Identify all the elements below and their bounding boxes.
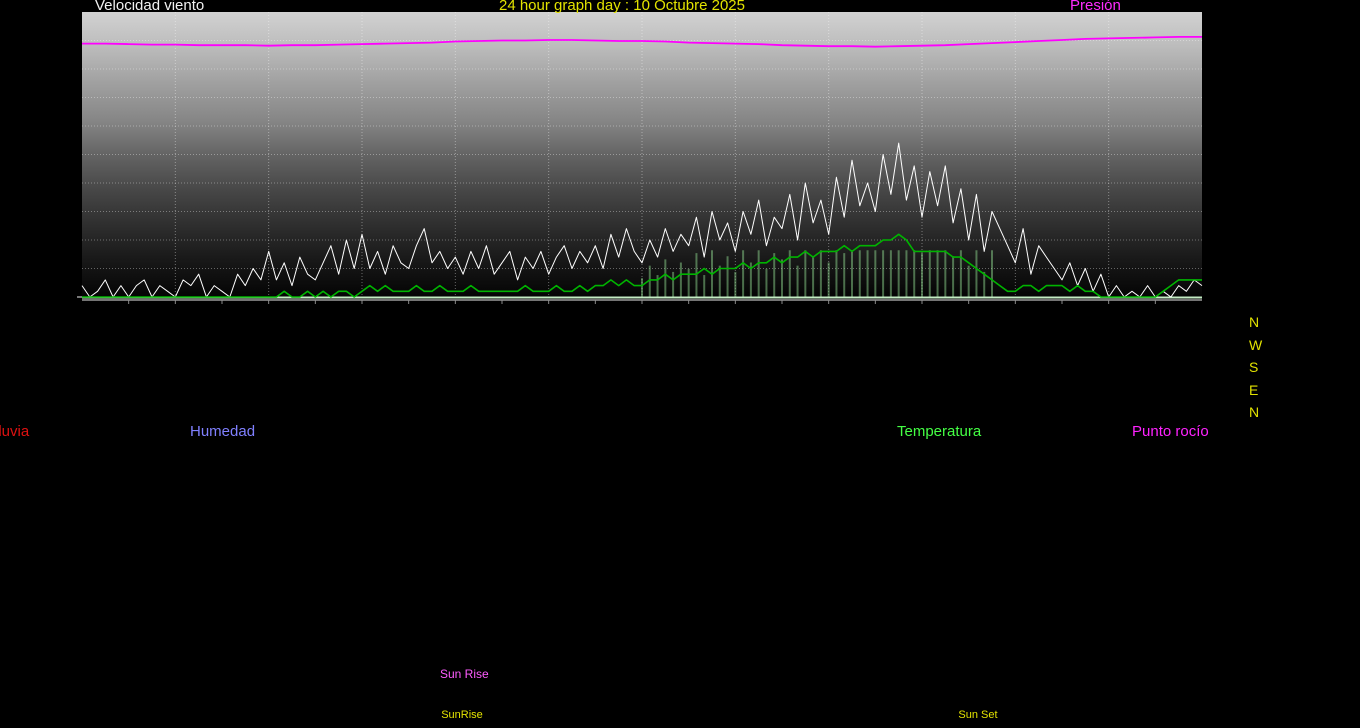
weather-graph-page: { "header": { "left_label": "Velocidad v… bbox=[0, 0, 1360, 728]
graph-stage: Velocidad viento 24 hour graph day : 10 … bbox=[0, 0, 1360, 728]
compass-letter-n-0: N bbox=[1249, 404, 1260, 420]
temperature-label: Temperatura bbox=[897, 423, 982, 440]
bottom-chart-legend: lluvia Humedad Temperatura Punto rocío bbox=[0, 423, 1360, 445]
compass-letter-w-270: W bbox=[1249, 337, 1263, 353]
rain-label: lluvia bbox=[0, 423, 30, 440]
compass-letter-e-90: E bbox=[1249, 382, 1259, 398]
humidity-label: Humedad bbox=[190, 423, 256, 440]
compass-letter-s-180: S bbox=[1249, 359, 1259, 375]
charts-canvas bbox=[77, 12, 1203, 304]
compass-letter-n-360: N bbox=[1249, 314, 1260, 330]
dew-point-label: Punto rocío bbox=[1132, 423, 1209, 440]
wind-pressure-panel bbox=[77, 12, 1203, 304]
